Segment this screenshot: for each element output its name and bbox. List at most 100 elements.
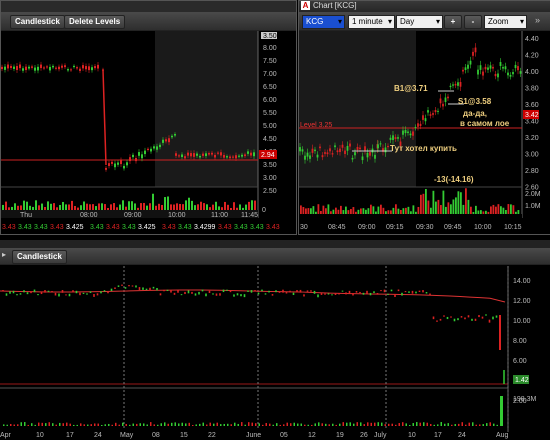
candle-body xyxy=(402,130,404,135)
volume-bar xyxy=(445,206,447,214)
candle-body xyxy=(126,162,128,166)
price-tick: 12.00 xyxy=(513,298,531,305)
volume-bar xyxy=(452,199,455,214)
candle-body xyxy=(472,51,474,56)
candle-body xyxy=(232,156,234,158)
candle-body xyxy=(419,123,422,127)
volume-bar xyxy=(38,205,40,210)
candle-body xyxy=(96,293,99,296)
volume-bar xyxy=(510,204,512,214)
candle-body xyxy=(88,66,90,71)
tape-price: 3.43 xyxy=(266,224,280,231)
volume-bar xyxy=(382,207,385,214)
volume-bar xyxy=(254,200,256,210)
volume-bar xyxy=(318,422,320,426)
candle-body xyxy=(414,126,417,128)
volume-bar xyxy=(335,424,337,426)
candle-body xyxy=(65,294,67,296)
candle-body xyxy=(429,293,431,296)
candle-body xyxy=(23,290,25,293)
candle-body xyxy=(364,146,366,151)
sell-annotation: S1@3.58 xyxy=(458,97,492,106)
volume-bar xyxy=(150,422,152,426)
volume-bar xyxy=(283,424,285,426)
tape-price: 3.43 xyxy=(250,224,264,231)
date-tick: 17 xyxy=(434,432,442,439)
volume-bar xyxy=(53,203,55,210)
volume-bar xyxy=(66,422,68,426)
volume-bar xyxy=(27,424,29,426)
volume-bar xyxy=(479,424,481,426)
candle-body xyxy=(361,156,364,161)
candle-body xyxy=(453,318,456,322)
volume-bar xyxy=(480,210,482,214)
date-tick: July xyxy=(374,432,387,439)
date-tick: June xyxy=(246,432,261,439)
candle-body xyxy=(366,152,369,158)
volume-bar xyxy=(337,209,340,214)
candle-body xyxy=(409,133,412,136)
volume-bar xyxy=(17,205,19,210)
volume-bar xyxy=(505,209,507,214)
candle-body xyxy=(464,317,466,320)
candle-body xyxy=(132,154,134,158)
tape-price: 3.425 xyxy=(66,224,84,231)
drop-candle xyxy=(102,69,107,166)
volume-bar xyxy=(262,424,264,426)
volume-bar xyxy=(377,206,380,214)
price-tick: 3.80 xyxy=(525,86,539,93)
candle-body xyxy=(316,154,319,158)
candle-body xyxy=(144,150,146,155)
candle-body xyxy=(180,294,183,296)
candle-body xyxy=(257,292,260,295)
candle-body xyxy=(439,318,442,321)
volume-bar xyxy=(197,204,199,210)
volume-bar xyxy=(155,205,157,210)
volume-bar xyxy=(486,423,488,426)
volume-bar xyxy=(345,206,347,214)
volume-bar xyxy=(230,207,232,210)
candle-body xyxy=(100,291,102,294)
candle-body xyxy=(334,145,336,148)
candle-body xyxy=(482,71,484,76)
volume-bar xyxy=(440,422,442,426)
volume-bar xyxy=(496,424,498,426)
candle-body xyxy=(58,66,60,70)
candle-body xyxy=(243,294,246,298)
volume-bar xyxy=(223,423,225,426)
date-tick: 12 xyxy=(308,432,316,439)
volume-bar xyxy=(136,423,138,426)
volume-bar xyxy=(409,424,411,426)
volume-bar xyxy=(265,422,267,426)
volume-bar xyxy=(360,208,362,214)
candle-body xyxy=(299,147,301,152)
candle-body xyxy=(429,114,432,116)
candle-body xyxy=(362,292,365,295)
volume-bar xyxy=(279,424,281,426)
candle-body xyxy=(478,315,480,318)
candle-body xyxy=(107,291,109,294)
date-tick: 15 xyxy=(180,432,188,439)
volume-bar xyxy=(442,190,445,214)
volume-bar xyxy=(104,204,106,210)
candle-body xyxy=(4,66,6,70)
volume-bar xyxy=(83,201,85,210)
candle-body xyxy=(504,66,507,70)
candle-body xyxy=(369,152,371,156)
volume-bar xyxy=(500,206,502,214)
date-tick: 22 xyxy=(208,432,216,439)
candle-body xyxy=(254,290,256,292)
volume-bar xyxy=(8,207,10,210)
candle-body xyxy=(432,113,434,115)
candle-body xyxy=(226,156,228,158)
tape-price: 3.43 xyxy=(2,224,16,231)
price-tick: 6.00 xyxy=(513,358,527,365)
volume-bar xyxy=(360,422,362,426)
candle-body xyxy=(2,290,4,292)
candle-body xyxy=(205,293,207,297)
volume-bar xyxy=(125,206,127,210)
candle-body xyxy=(467,64,469,69)
volume-bar xyxy=(381,422,383,426)
volume-bar xyxy=(181,422,183,426)
volume-bar xyxy=(152,193,154,210)
